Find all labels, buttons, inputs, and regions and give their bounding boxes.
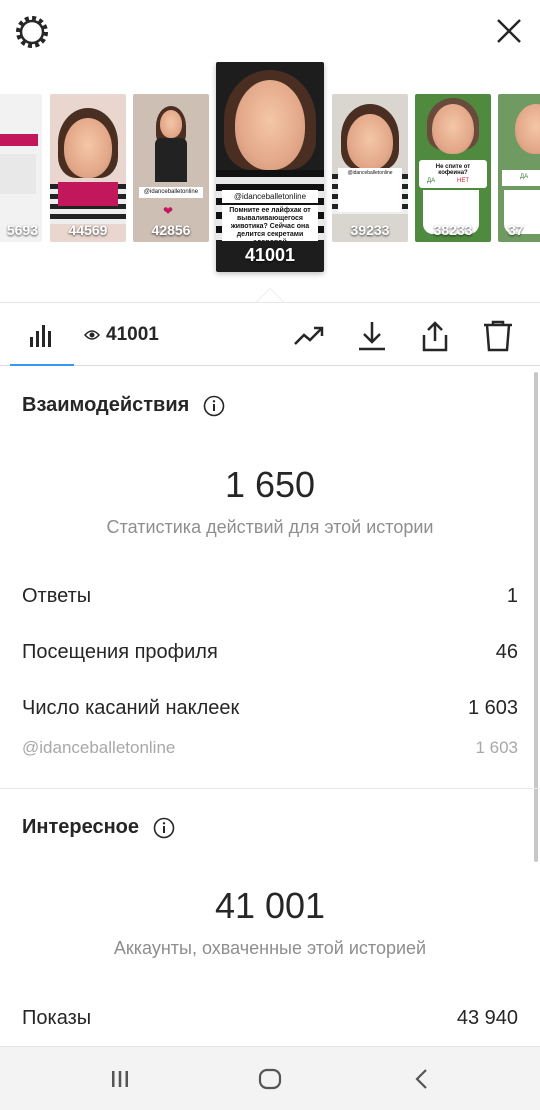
story-toolbar: 41001 <box>0 302 540 366</box>
story-caption: Помните ее лайфхак от вываливающегося жи… <box>222 205 318 241</box>
insights-panel[interactable]: Взаимодействия 1 650 Статистика действий… <box>0 366 540 1046</box>
story-views-count: 41001 <box>244 245 296 265</box>
section-divider <box>0 788 540 789</box>
story-thumbnail[interactable]: 5693 <box>0 94 42 242</box>
info-icon[interactable] <box>153 817 175 839</box>
poll-question: Не спите от кофеина? <box>435 164 471 176</box>
poll-no-label: НЕТ <box>457 178 469 184</box>
nav-home-icon[interactable] <box>256 1065 284 1093</box>
stat-label: Показы <box>22 1007 92 1029</box>
stat-row-impressions: Показы 43 940 <box>22 1007 518 1030</box>
story-views-count: 44569 <box>68 222 108 238</box>
discovery-title: Интересное <box>22 816 139 838</box>
stat-label: @idanceballetonline <box>22 738 176 757</box>
stat-row-replies: Ответы 1 <box>22 585 518 608</box>
top-bar <box>0 0 540 62</box>
story-views-count: 38233 <box>433 222 473 238</box>
poll-yes-label: ДА <box>427 178 436 184</box>
stat-value: 46 <box>495 641 518 663</box>
story-thumbnail[interactable]: 44569 <box>50 94 126 242</box>
story-mention: @idanceballetonline <box>222 190 318 203</box>
stat-row-profile-visits: Посещения профиля 46 <box>22 641 518 664</box>
stat-row-sticker-taps: Число касаний наклеек 1 603 <box>22 697 518 720</box>
story-views-count: 37 <box>508 222 524 238</box>
stat-value: 1 603 <box>467 697 518 719</box>
story-views-count: 5693 <box>6 222 38 238</box>
bar-chart-icon <box>30 325 51 347</box>
stat-label: Число касаний наклеек <box>22 697 240 719</box>
download-icon[interactable] <box>355 319 389 353</box>
nav-recents-icon[interactable] <box>106 1065 134 1093</box>
discovery-header: Интересное <box>22 816 175 839</box>
share-icon[interactable] <box>418 319 452 353</box>
tab-insights[interactable] <box>10 303 74 367</box>
trending-icon[interactable] <box>292 319 326 353</box>
discovery-total: 41 001 <box>214 885 326 926</box>
discovery-caption: Аккаунты, охваченные этой историей <box>113 938 427 958</box>
selected-story-pointer <box>256 288 284 302</box>
nav-back-icon[interactable] <box>408 1065 436 1093</box>
story-views-count: 42856 <box>151 222 191 238</box>
poll-yes-label: ДА <box>520 174 529 180</box>
gear-icon[interactable] <box>14 14 50 50</box>
stat-row-mention-taps: @idanceballetonline 1 603 <box>22 738 518 758</box>
story-thumbnail[interactable]: Не спите от кофеина? ДА НЕТ 38233 <box>415 94 491 242</box>
viewers-count: 41001 <box>106 324 159 345</box>
story-thumbnail-selected[interactable]: @idanceballetonline Помните ее лайфхак о… <box>216 62 324 272</box>
interactions-title: Взаимодействия <box>22 394 190 416</box>
interactions-caption: Статистика действий для этой истории <box>106 517 434 537</box>
system-nav-bar <box>0 1046 540 1110</box>
info-icon[interactable] <box>203 395 225 417</box>
trash-icon[interactable] <box>481 319 515 353</box>
stat-value: 1 <box>506 585 518 607</box>
stat-value: 1 603 <box>475 738 518 757</box>
story-thumbnail[interactable]: @idanceballetonline 39233 <box>332 94 408 242</box>
story-mention: @idanceballetonline <box>139 187 203 198</box>
stat-label: Посещения профиля <box>22 641 218 663</box>
tab-viewers[interactable]: 41001 <box>84 323 159 347</box>
heart-icon: ❤ <box>163 204 174 218</box>
story-thumbnail-strip[interactable]: 5693 44569 @idanceballetonline ❤ 42856 @… <box>0 62 540 302</box>
stat-value: 43 940 <box>456 1007 518 1029</box>
stat-label: Ответы <box>22 585 92 607</box>
close-icon[interactable] <box>494 16 524 46</box>
eye-icon <box>84 330 100 340</box>
interactions-total: 1 650 <box>224 464 316 505</box>
story-thumbnail[interactable]: ДА 37 <box>498 94 540 242</box>
interactions-header: Взаимодействия <box>22 394 225 417</box>
story-thumbnail[interactable]: @idanceballetonline ❤ 42856 <box>133 94 209 242</box>
story-views-count: 39233 <box>350 222 390 238</box>
